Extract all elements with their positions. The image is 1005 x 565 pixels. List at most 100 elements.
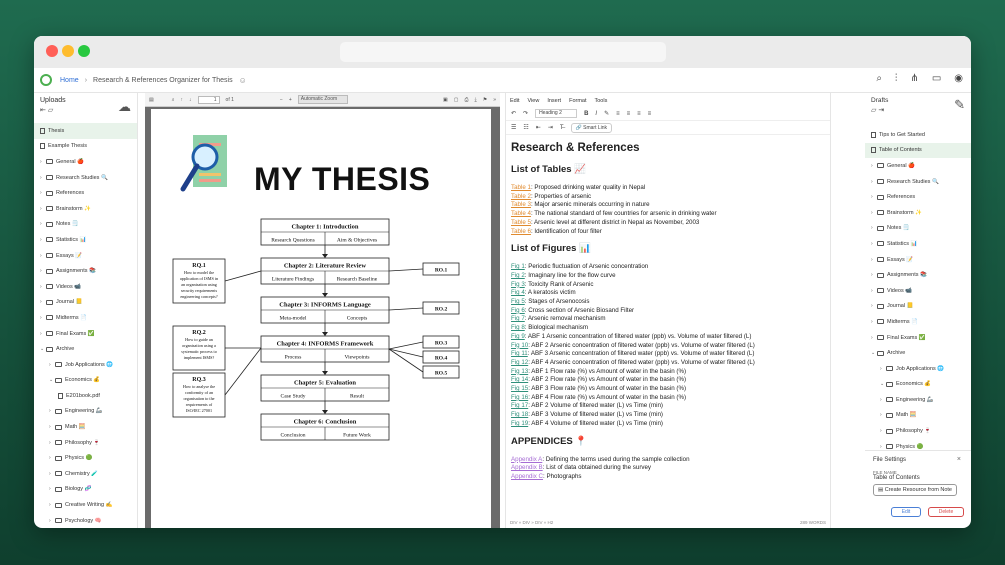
smart-link-button[interactable]: 🔗 Smart Link bbox=[570, 122, 613, 133]
next-page-icon[interactable]: ↓ bbox=[189, 97, 192, 103]
redo-icon[interactable]: ↷ bbox=[523, 110, 528, 117]
justify-icon[interactable]: ≡ bbox=[648, 111, 652, 117]
editor-content[interactable]: Research & References List of Tables 📈 T… bbox=[506, 135, 830, 488]
bookmark-icon[interactable]: ⚑ bbox=[483, 97, 487, 103]
print-icon[interactable]: ⎙ bbox=[465, 97, 469, 103]
delete-button[interactable]: Delete bbox=[928, 507, 964, 517]
tree-item[interactable]: › Research Studies 🔍 bbox=[865, 174, 971, 190]
create-resource-button[interactable]: ▤ Create Resource from Note bbox=[873, 484, 957, 496]
upload-cloud-icon[interactable]: ☁ bbox=[118, 99, 131, 115]
tree-item[interactable]: › Midterms 📄 bbox=[34, 310, 137, 326]
present-icon[interactable]: ▣ bbox=[443, 97, 448, 103]
tree-item[interactable]: › Math 🧮 bbox=[34, 419, 137, 435]
download-icon[interactable]: ⤓ bbox=[475, 97, 477, 103]
tree-item[interactable]: › Brainstorm ✨ bbox=[34, 201, 137, 217]
close-window-button[interactable] bbox=[46, 45, 58, 57]
tree-item[interactable]: › Statistics 📊 bbox=[34, 232, 137, 248]
share-icon[interactable]: ⋔ bbox=[910, 73, 918, 84]
zoom-select[interactable]: Automatic Zoom bbox=[297, 95, 348, 104]
account-icon[interactable]: ◉ bbox=[954, 73, 963, 84]
reference-link[interactable]: Fig 15 bbox=[511, 385, 528, 392]
breadcrumb-home[interactable]: Home bbox=[60, 77, 79, 84]
filter-icon[interactable]: ⫶ bbox=[895, 73, 898, 84]
prev-page-icon[interactable]: ↑ bbox=[181, 97, 184, 103]
italic-icon[interactable]: I bbox=[595, 111, 597, 117]
tree-item[interactable]: › Chemistry 🧪 bbox=[34, 466, 137, 482]
tree-item[interactable]: Tips to Get Started bbox=[865, 127, 971, 143]
reference-link[interactable]: Fig 5 bbox=[511, 298, 525, 305]
pen-icon[interactable]: ✎ bbox=[954, 97, 965, 113]
tree-item[interactable]: › Research Studies 🔍 bbox=[34, 170, 137, 186]
tree-item[interactable]: › References bbox=[865, 189, 971, 205]
outdent-icon[interactable]: ⇤ bbox=[536, 124, 541, 131]
collapse-icon[interactable]: ⇤ bbox=[40, 107, 46, 114]
tree-item[interactable]: › Job Applications 🌐 bbox=[865, 361, 971, 377]
reference-link[interactable]: Appendix A bbox=[511, 456, 542, 463]
reference-link[interactable]: Fig 13 bbox=[511, 368, 528, 375]
tree-item[interactable]: ⌄ Archive bbox=[865, 345, 971, 361]
tree-item[interactable]: › Notes 🗒️ bbox=[34, 217, 137, 233]
reference-link[interactable]: Table 4 bbox=[511, 210, 531, 217]
reference-link[interactable]: Fig 10 bbox=[511, 342, 528, 349]
reference-link[interactable]: Fig 12 bbox=[511, 359, 528, 366]
reference-link[interactable]: Fig 7 bbox=[511, 315, 525, 322]
reference-link[interactable]: Fig 4 bbox=[511, 289, 525, 296]
reference-link[interactable]: Appendix B bbox=[511, 464, 543, 471]
close-icon[interactable]: × bbox=[957, 456, 961, 463]
new-folder-icon[interactable]: ▱ bbox=[871, 107, 876, 114]
tree-item[interactable]: › Journal 📒 bbox=[34, 295, 137, 311]
chat-icon[interactable]: ▭ bbox=[932, 73, 941, 84]
reference-link[interactable]: Fig 16 bbox=[511, 394, 528, 401]
reference-link[interactable]: Table 6 bbox=[511, 228, 531, 235]
zoom-in-icon[interactable]: + bbox=[289, 97, 292, 103]
tree-item[interactable]: › Physics 🟢 bbox=[34, 450, 137, 466]
tree-item[interactable]: › Philosophy 🍷 bbox=[34, 435, 137, 451]
reference-link[interactable]: Table 1 bbox=[511, 184, 531, 191]
tree-item[interactable]: › Philosophy 🍷 bbox=[865, 423, 971, 439]
menu-item[interactable]: Tools bbox=[595, 98, 608, 107]
reference-link[interactable]: Fig 1 bbox=[511, 263, 525, 270]
tree-item[interactable]: › Videos 📹 bbox=[34, 279, 137, 295]
reference-link[interactable]: Fig 6 bbox=[511, 307, 525, 314]
tree-item[interactable]: › Brainstorm ✨ bbox=[865, 205, 971, 221]
reference-link[interactable]: Fig 14 bbox=[511, 376, 528, 383]
tree-item[interactable]: › General 🍎 bbox=[865, 158, 971, 174]
reference-link[interactable]: Fig 3 bbox=[511, 281, 525, 288]
pdf-search-icon[interactable]: ⌕ bbox=[172, 97, 175, 103]
heading-select[interactable]: Heading 2 bbox=[535, 109, 578, 118]
tree-item[interactable]: ⌄ Economics 💰 bbox=[34, 373, 137, 389]
search-icon[interactable]: ⌕ bbox=[876, 73, 882, 84]
tree-item[interactable]: › Final Exams ✅ bbox=[34, 326, 137, 342]
menu-item[interactable]: Insert bbox=[547, 98, 561, 107]
align-center-icon[interactable]: ≡ bbox=[627, 111, 631, 117]
reference-link[interactable]: Fig 9 bbox=[511, 333, 525, 340]
address-bar[interactable] bbox=[340, 42, 666, 62]
user-icon[interactable]: ☺ bbox=[239, 76, 247, 85]
reference-link[interactable]: Appendix C bbox=[511, 473, 543, 480]
reference-link[interactable]: Table 5 bbox=[511, 219, 531, 226]
tree-item[interactable]: E201book.pdf bbox=[34, 388, 137, 404]
tree-item[interactable]: › Engineering 🦾 bbox=[34, 404, 137, 420]
tree-item[interactable]: › Assignments 📚 bbox=[865, 267, 971, 283]
reference-link[interactable]: Fig 17 bbox=[511, 402, 528, 409]
open-icon[interactable]: ▢ bbox=[454, 97, 459, 103]
align-left-icon[interactable]: ≡ bbox=[616, 111, 620, 117]
indent-icon[interactable]: ⇥ bbox=[548, 124, 553, 131]
highlight-icon[interactable]: ✎ bbox=[604, 110, 609, 117]
tree-item[interactable]: ⌄ Economics 💰 bbox=[865, 377, 971, 393]
undo-icon[interactable]: ↶ bbox=[511, 110, 516, 117]
tree-item[interactable]: › Math 🧮 bbox=[865, 408, 971, 424]
app-logo[interactable] bbox=[40, 74, 52, 86]
minimize-window-button[interactable] bbox=[62, 45, 74, 57]
more-tools-icon[interactable]: » bbox=[493, 97, 496, 103]
tree-item[interactable]: › Videos 📹 bbox=[865, 283, 971, 299]
tree-item[interactable]: › Creative Writing ✍️ bbox=[34, 497, 137, 513]
tree-item[interactable]: › Final Exams ✅ bbox=[865, 330, 971, 346]
tree-item[interactable]: Example Thesis bbox=[34, 139, 137, 155]
tree-item[interactable]: › Essays 📝 bbox=[34, 248, 137, 264]
reference-link[interactable]: Table 3 bbox=[511, 201, 531, 208]
new-folder-icon[interactable]: ▱ bbox=[48, 107, 53, 114]
expand-icon[interactable]: ⇥ bbox=[878, 107, 884, 114]
tree-item[interactable]: › Engineering 🦾 bbox=[865, 392, 971, 408]
reference-link[interactable]: Fig 2 bbox=[511, 272, 525, 279]
